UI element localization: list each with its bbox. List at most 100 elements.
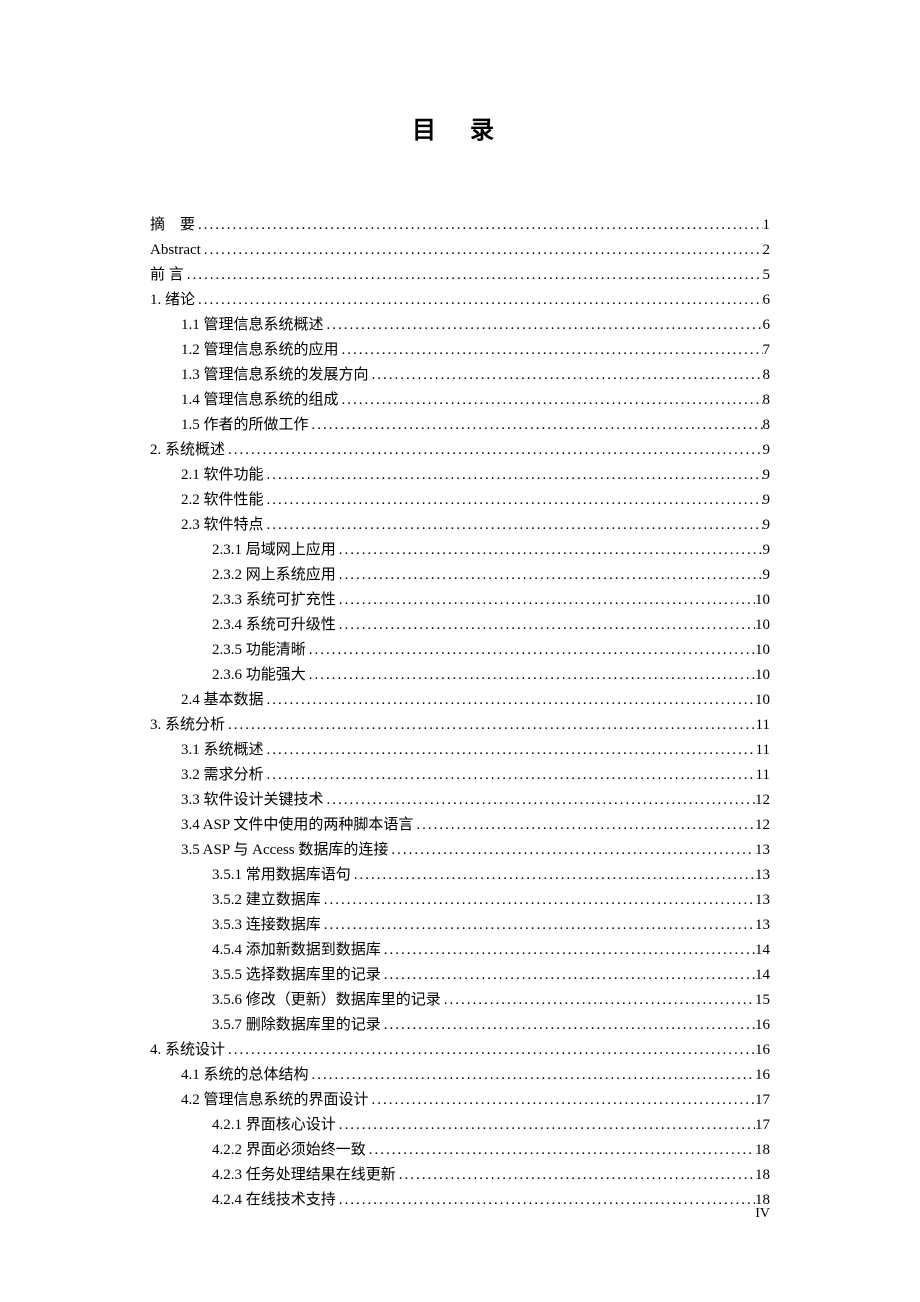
toc-leader-dots <box>184 263 763 287</box>
toc-entry-label: 4.2 管理信息系统的界面设计 <box>181 1088 369 1112</box>
toc-entry-label: 2.2 软件性能 <box>181 488 264 512</box>
toc-leader-dots <box>339 388 763 412</box>
toc-entry: 2.1 软件功能9 <box>150 463 770 487</box>
toc-entry-page: 10 <box>755 688 770 712</box>
toc-leader-dots <box>336 1188 755 1212</box>
toc-entry-page: 17 <box>755 1113 770 1137</box>
toc-entry-label: 3.5.5 选择数据库里的记录 <box>212 963 381 987</box>
toc-entry: 2.3.6 功能强大10 <box>150 663 770 687</box>
toc-leader-dots <box>201 238 763 262</box>
toc-entry-label: 1.3 管理信息系统的发展方向 <box>181 363 369 387</box>
toc-leader-dots <box>309 413 763 437</box>
toc-entry-label: 3.1 系统概述 <box>181 738 264 762</box>
toc-entry-label: 1.2 管理信息系统的应用 <box>181 338 339 362</box>
toc-entry-label: 4.2.2 界面必须始终一致 <box>212 1138 366 1162</box>
toc-entry-page: 9 <box>763 563 771 587</box>
toc-leader-dots <box>321 913 755 937</box>
toc-entry-label: 2.3.4 系统可升级性 <box>212 613 336 637</box>
toc-entry-label: 1. 绪论 <box>150 288 195 312</box>
toc-leader-dots <box>324 313 763 337</box>
toc-leader-dots <box>381 938 755 962</box>
toc-entry-page: 9 <box>763 538 771 562</box>
toc-entry-page: 17 <box>755 1088 770 1112</box>
toc-entry: 1. 绪论 6 <box>150 288 770 312</box>
toc-entry-page: 13 <box>755 888 770 912</box>
toc-leader-dots <box>264 763 756 787</box>
toc-entry-page: 8 <box>763 413 771 437</box>
toc-entry: 4.1 系统的总体结构 16 <box>150 1063 770 1087</box>
toc-leader-dots <box>195 213 762 237</box>
toc-leader-dots <box>309 1063 755 1087</box>
toc-entry: 4. 系统设计 16 <box>150 1038 770 1062</box>
toc-entry: 3.1 系统概述 11 <box>150 738 770 762</box>
toc-entry: 3.5.7 删除数据库里的记录16 <box>150 1013 770 1037</box>
page-number: IV <box>755 1206 770 1222</box>
toc-entry-page: 11 <box>756 763 770 787</box>
toc-entry-label: 4.2.4 在线技术支持 <box>212 1188 336 1212</box>
toc-entry: 3.4 ASP 文件中使用的两种脚本语言12 <box>150 813 770 837</box>
toc-leader-dots <box>225 438 762 462</box>
toc-entry: 1.5 作者的所做工作 8 <box>150 413 770 437</box>
toc-entry: 1.4 管理信息系统的组成8 <box>150 388 770 412</box>
toc-entry-label: 1.5 作者的所做工作 <box>181 413 309 437</box>
toc-entry-page: 16 <box>755 1038 770 1062</box>
toc-entry-page: 18 <box>755 1163 770 1187</box>
toc-entry: Abstract2 <box>150 238 770 262</box>
toc-entry-label: 前 言 <box>150 263 184 287</box>
toc-entry-label: 3.2 需求分析 <box>181 763 264 787</box>
toc-entry-page: 10 <box>755 613 770 637</box>
toc-entry: 1.2 管理信息系统的应用7 <box>150 338 770 362</box>
toc-entry: 3.5.3 连接数据库13 <box>150 913 770 937</box>
toc-leader-dots <box>225 713 756 737</box>
toc-leader-dots <box>306 638 755 662</box>
toc-entry-label: 2.3.1 局域网上应用 <box>212 538 336 562</box>
toc-entry: 3.5.2 建立数据库13 <box>150 888 770 912</box>
toc-entry-page: 13 <box>755 863 770 887</box>
toc-entry: 4.2.2 界面必须始终一致 18 <box>150 1138 770 1162</box>
toc-entry-label: 4.5.4 添加新数据到数据库 <box>212 938 381 962</box>
toc-entry-label: 1.1 管理信息系统概述 <box>181 313 324 337</box>
toc-entry-page: 10 <box>755 638 770 662</box>
toc-entry: 2.3 软件特点9 <box>150 513 770 537</box>
toc-leader-dots <box>381 963 755 987</box>
toc-entry-label: 2.3 软件特点 <box>181 513 264 537</box>
toc-leader-dots <box>351 863 755 887</box>
toc-entry-label: 4.2.3 任务处理结果在线更新 <box>212 1163 396 1187</box>
toc-entry-page: 6 <box>763 288 771 312</box>
toc-entry-label: 2.3.6 功能强大 <box>212 663 306 687</box>
toc-leader-dots <box>324 788 755 812</box>
toc-entry: 2.3.2 网上系统应用9 <box>150 563 770 587</box>
toc-leader-dots <box>366 1138 755 1162</box>
toc-entry: 4.2.3 任务处理结果在线更新 18 <box>150 1163 770 1187</box>
toc-leader-dots <box>336 538 763 562</box>
toc-entry-label: 4. 系统设计 <box>150 1038 225 1062</box>
toc-entry: 2.4 基本数据 10 <box>150 688 770 712</box>
toc-leader-dots <box>369 1088 755 1112</box>
toc-entry-page: 10 <box>755 588 770 612</box>
toc-entry-page: 2 <box>763 238 771 262</box>
toc-entry-label: 2.4 基本数据 <box>181 688 264 712</box>
toc-leader-dots <box>339 338 763 362</box>
toc-leader-dots <box>336 563 763 587</box>
toc-entry-label: 2.1 软件功能 <box>181 463 264 487</box>
toc-entry-page: 6 <box>763 313 771 337</box>
toc-entry-page: 18 <box>755 1138 770 1162</box>
toc-entry: 3.3 软件设计关键技术12 <box>150 788 770 812</box>
toc-entry: 2.3.1 局域网上应用 9 <box>150 538 770 562</box>
toc-entry-label: 4.1 系统的总体结构 <box>181 1063 309 1087</box>
toc-entry-page: 5 <box>763 263 771 287</box>
toc-entry-page: 16 <box>755 1063 770 1087</box>
toc-entry-page: 9 <box>763 438 771 462</box>
toc-entry-label: 2.3.3 系统可扩充性 <box>212 588 336 612</box>
toc-leader-dots <box>264 513 763 537</box>
toc-leader-dots <box>321 888 755 912</box>
toc-entry-page: 16 <box>755 1013 770 1037</box>
toc-entry: 摘 要1 <box>150 213 770 237</box>
toc-leader-dots <box>413 813 755 837</box>
toc-entry-page: 8 <box>763 363 771 387</box>
toc-entry: 前 言 5 <box>150 263 770 287</box>
toc-leader-dots <box>388 838 755 862</box>
toc-entry-page: 11 <box>756 738 770 762</box>
toc-leader-dots <box>225 1038 755 1062</box>
toc-leader-dots <box>306 663 755 687</box>
